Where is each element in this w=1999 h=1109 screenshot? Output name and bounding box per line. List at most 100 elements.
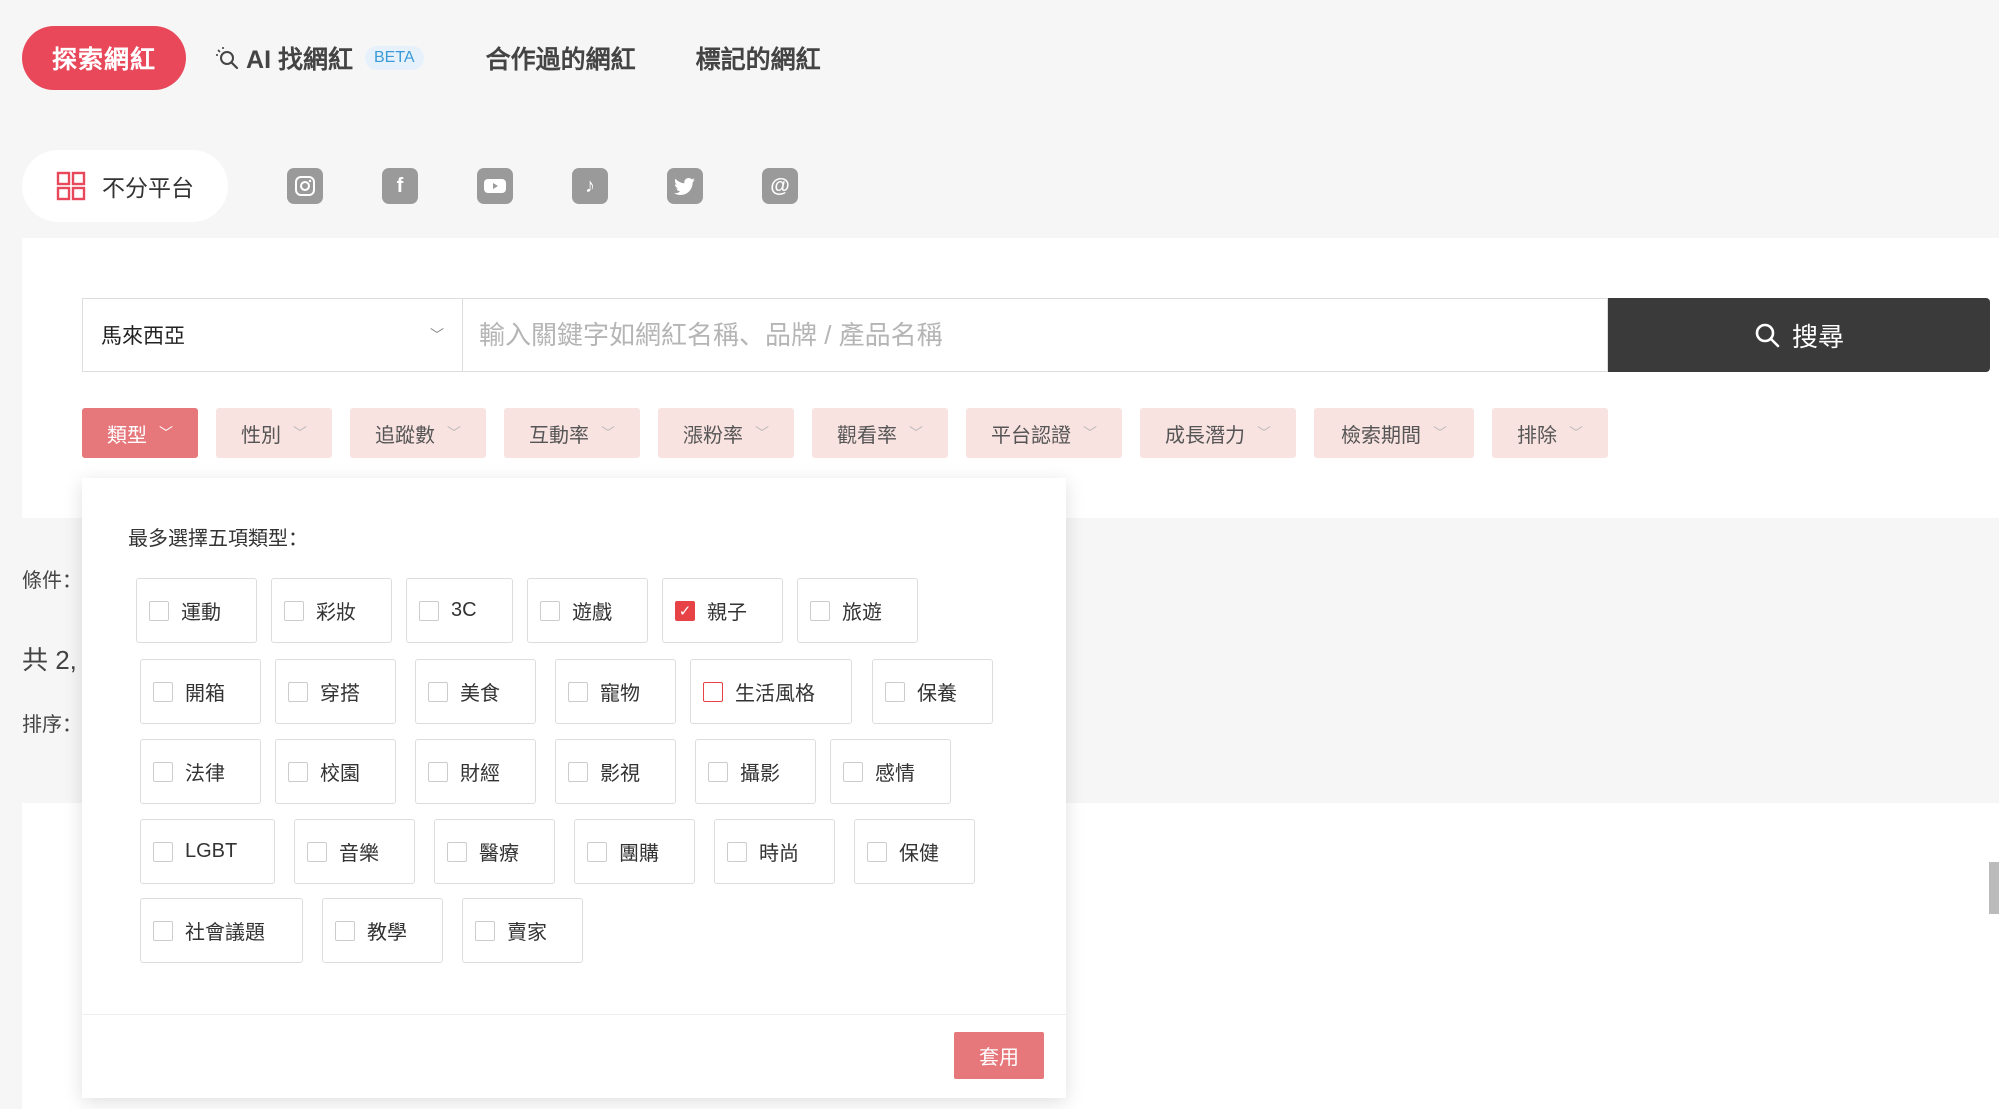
youtube-icon[interactable] <box>477 168 513 204</box>
search-button[interactable]: 搜尋 <box>1608 298 1990 372</box>
filter-category[interactable]: 類型 ﹀ <box>82 408 198 458</box>
category-checkbox[interactable]: 賣家 <box>462 898 583 963</box>
category-checkbox[interactable]: 保健 <box>854 819 975 884</box>
category-label: 生活風格 <box>735 683 815 705</box>
filter-label: 觀看率 <box>837 424 897 447</box>
tiktok-icon[interactable]: ♪ <box>572 168 608 204</box>
checkbox-box <box>428 761 448 782</box>
filter-gender[interactable]: 性別 ﹀ <box>216 408 332 458</box>
category-label: 感情 <box>875 763 915 785</box>
category-label: 校園 <box>320 763 360 785</box>
category-checkbox[interactable]: 社會議題 <box>140 898 303 963</box>
apply-button[interactable]: 套用 <box>954 1032 1044 1079</box>
checkbox-box <box>284 600 304 621</box>
category-checkbox[interactable]: 影視 <box>555 739 676 804</box>
filter-label: 類型 <box>107 424 147 447</box>
checkbox-box <box>727 841 747 862</box>
instagram-icon[interactable] <box>287 168 323 204</box>
checkbox-box <box>149 600 169 621</box>
tab-collaborated-influencers[interactable]: 合作過的網紅 <box>486 40 636 76</box>
filter-bar: 類型 ﹀ 性別 ﹀ 追蹤數 ﹀ 互動率 ﹀ 漲粉率 ﹀ 觀看率 ﹀ 平台認證 ﹀ 成長潛力 ﹀ … <box>82 408 1608 458</box>
category-checkbox[interactable]: 寵物 <box>555 659 676 724</box>
category-checkbox[interactable]: 遊戲 <box>527 578 648 643</box>
filter-label: 排除 <box>1517 424 1557 447</box>
category-checkbox[interactable]: 音樂 <box>294 819 415 884</box>
tab-ai-find-influencers[interactable]: AI 找網紅 BETA <box>214 40 424 76</box>
filter-follower-growth[interactable]: 漲粉率 ﹀ <box>658 408 794 458</box>
tab-tagged-influencers[interactable]: 標記的網紅 <box>696 40 821 76</box>
category-label: 影視 <box>600 763 640 785</box>
category-label: 財經 <box>460 763 500 785</box>
checkbox-box <box>568 761 588 782</box>
checkbox-box <box>335 920 355 941</box>
category-checkbox[interactable]: 校園 <box>275 739 396 804</box>
checkbox-box <box>885 681 905 702</box>
category-checkbox[interactable]: 法律 <box>140 739 261 804</box>
category-checkbox[interactable]: 醫療 <box>434 819 555 884</box>
keyword-search-input[interactable] <box>462 298 1608 372</box>
filter-label: 平台認證 <box>991 424 1071 447</box>
category-checkbox[interactable]: 財經 <box>415 739 536 804</box>
category-checkbox[interactable]: 感情 <box>830 739 951 804</box>
category-checkbox[interactable]: 開箱 <box>140 659 261 724</box>
beta-badge: BETA <box>364 46 424 70</box>
category-checkbox[interactable]: 保養 <box>872 659 993 724</box>
category-row: 社會議題 教學 賣家 <box>140 898 597 963</box>
check-icon: ✓ <box>675 600 695 621</box>
chevron-down-icon: ﹀ <box>1083 425 1097 441</box>
category-checkbox[interactable]: 3C <box>406 578 513 643</box>
threads-icon[interactable]: @ <box>762 168 798 204</box>
category-label: 開箱 <box>185 683 225 705</box>
checkbox-box <box>428 681 448 702</box>
checkbox-box <box>447 841 467 862</box>
filter-label: 性別 <box>241 424 281 447</box>
category-checkbox[interactable]: 穿搭 <box>275 659 396 724</box>
category-checkbox[interactable]: ✓ 親子 <box>662 578 783 643</box>
filter-exclude[interactable]: 排除 ﹀ <box>1492 408 1608 458</box>
filter-label: 追蹤數 <box>375 424 435 447</box>
twitter-icon[interactable] <box>667 168 703 204</box>
chevron-down-icon: ﹀ <box>447 425 461 441</box>
filter-view-rate[interactable]: 觀看率 ﹀ <box>812 408 948 458</box>
conditions-label: 條件： <box>22 570 82 592</box>
platform-all-button[interactable]: 不分平台 <box>22 150 228 222</box>
platform-selector: 不分平台 f ♪ @ <box>22 150 798 222</box>
search-panel <box>22 238 1999 518</box>
category-dropdown: 最多選擇五項類型： 運動 彩妝 3C 遊戲 ✓ 親子 旅遊 開箱 穿搭 美食 寵物… <box>82 478 1066 1098</box>
category-checkbox[interactable]: 美食 <box>415 659 536 724</box>
region-select[interactable]: 馬來西亞 ﹀ <box>82 298 462 372</box>
category-row: 開箱 穿搭 美食 寵物 生活風格 保養 <box>140 659 1007 724</box>
category-checkbox[interactable]: LGBT <box>140 819 275 884</box>
filter-engagement-rate[interactable]: 互動率 ﹀ <box>504 408 640 458</box>
chevron-down-icon: ﹀ <box>430 327 444 343</box>
category-label: 法律 <box>185 763 225 785</box>
category-label: 美食 <box>460 683 500 705</box>
category-checkbox[interactable]: 攝影 <box>695 739 816 804</box>
grid-icon <box>56 171 86 201</box>
category-row: 運動 彩妝 3C 遊戲 ✓ 親子 旅遊 <box>136 578 932 643</box>
checkbox-box <box>153 681 173 702</box>
tab-explore-influencers[interactable]: 探索網紅 <box>22 26 187 90</box>
checkbox-box <box>153 761 173 782</box>
category-label: 教學 <box>367 922 407 944</box>
checkbox-box <box>568 681 588 702</box>
filter-search-period[interactable]: 檢索期間 ﹀ <box>1314 408 1474 458</box>
category-row: 法律 校園 財經 影視 攝影 感情 <box>140 739 965 804</box>
category-checkbox[interactable]: 教學 <box>322 898 443 963</box>
platform-all-label: 不分平台 <box>102 175 194 201</box>
facebook-icon[interactable]: f <box>382 168 418 204</box>
dropdown-footer-divider <box>82 1014 1066 1015</box>
category-checkbox[interactable]: 時尚 <box>714 819 835 884</box>
category-label: 旅遊 <box>842 602 882 624</box>
category-checkbox[interactable]: 運動 <box>136 578 257 643</box>
category-label: 彩妝 <box>316 602 356 624</box>
filter-followers[interactable]: 追蹤數 ﹀ <box>350 408 486 458</box>
filter-platform-verified[interactable]: 平台認證 ﹀ <box>966 408 1122 458</box>
filter-growth-potential[interactable]: 成長潛力 ﹀ <box>1140 408 1296 458</box>
category-checkbox[interactable]: 團購 <box>574 819 695 884</box>
category-checkbox[interactable]: 生活風格 <box>690 659 852 724</box>
category-label: 醫療 <box>479 843 519 865</box>
category-checkbox[interactable]: 彩妝 <box>271 578 392 643</box>
category-checkbox[interactable]: 旅遊 <box>797 578 918 643</box>
scrollbar[interactable] <box>1989 862 1999 914</box>
